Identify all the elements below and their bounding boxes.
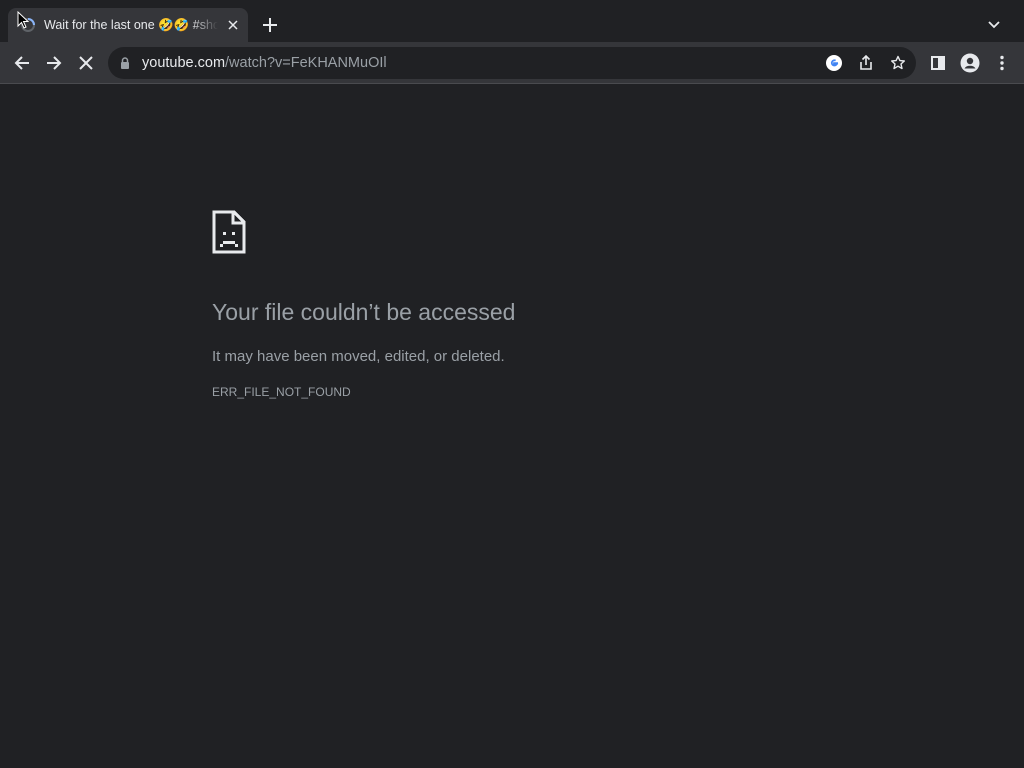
more-menu-button[interactable] <box>988 49 1016 77</box>
tab-close-icon[interactable] <box>224 16 242 34</box>
forward-button[interactable] <box>40 49 68 77</box>
address-bar[interactable]: youtube.com/watch?v=FeKHANMuOIl <box>108 47 916 79</box>
error-page: Your file couldn’t be accessed It may ha… <box>0 85 1024 768</box>
tab-strip: Wait for the last one 🤣🤣 #shorts <box>0 0 1024 42</box>
error-message: It may have been moved, edited, or delet… <box>212 348 505 365</box>
profile-icon <box>960 53 980 73</box>
chevron-down-icon <box>988 21 1000 29</box>
more-menu-icon <box>1000 55 1004 71</box>
stop-loading-icon <box>79 56 93 70</box>
back-button[interactable] <box>8 49 36 77</box>
side-panel-button[interactable] <box>924 49 952 77</box>
lock-icon[interactable] <box>118 56 132 70</box>
share-icon[interactable] <box>856 53 876 73</box>
mouse-cursor-icon <box>17 11 29 29</box>
url-text[interactable]: youtube.com/watch?v=FeKHANMuOIl <box>142 47 387 79</box>
plus-icon <box>263 18 277 32</box>
error-heading: Your file couldn’t be accessed <box>212 299 516 325</box>
forward-arrow-icon <box>47 56 62 70</box>
back-arrow-icon <box>14 56 29 70</box>
tab-search-button[interactable] <box>982 13 1006 37</box>
error-code: ERR_FILE_NOT_FOUND <box>212 385 351 399</box>
stop-loading-button[interactable] <box>72 49 100 77</box>
active-tab[interactable]: Wait for the last one 🤣🤣 #shorts <box>8 8 248 42</box>
google-icon[interactable] <box>824 53 844 73</box>
toolbar: youtube.com/watch?v=FeKHANMuOIl <box>0 42 1024 84</box>
url-host: youtube.com <box>142 55 226 71</box>
tab-title: Wait for the last one 🤣🤣 #shorts <box>44 18 218 32</box>
sad-file-icon <box>212 210 246 254</box>
side-panel-icon <box>931 56 945 70</box>
url-path: /watch?v=FeKHANMuOIl <box>225 55 387 71</box>
bookmark-star-icon[interactable] <box>888 53 908 73</box>
profile-button[interactable] <box>956 49 984 77</box>
new-tab-button[interactable] <box>258 13 282 37</box>
